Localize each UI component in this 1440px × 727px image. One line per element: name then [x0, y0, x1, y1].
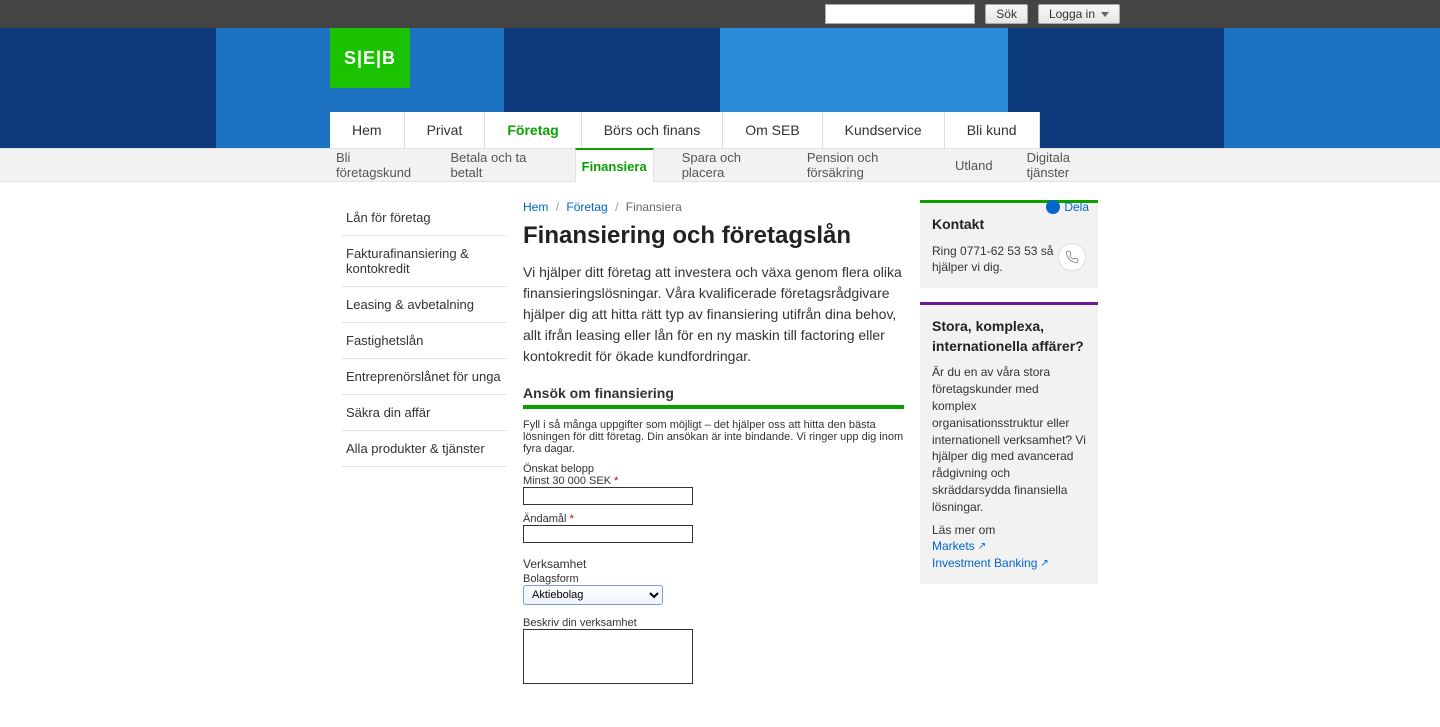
subnav-item-pension-och-försäkring[interactable]: Pension och försäkring: [801, 142, 927, 188]
chevron-down-icon: [1101, 12, 1109, 17]
subnav-item-finansiera[interactable]: Finansiera: [575, 148, 654, 182]
external-link-icon: ↗: [1040, 557, 1048, 571]
top-utility-bar: Sök Logga in: [0, 0, 1440, 28]
read-more-label: Läs mer om: [932, 522, 1086, 539]
side-menu-item[interactable]: Fastighetslån: [342, 323, 507, 359]
search-button[interactable]: Sök: [985, 4, 1028, 24]
subnav-item-bli-företagskund[interactable]: Bli företagskund: [330, 142, 423, 188]
company-form-label: Bolagsform: [523, 573, 904, 585]
external-link-icon: ↗: [978, 540, 986, 554]
complex-box: Stora, komplexa, internationella affärer…: [920, 302, 1098, 584]
sub-nav: Bli företagskundBetala och ta betaltFina…: [0, 148, 1440, 182]
main-content: Hem / Företag / Finansiera Dela Finansie…: [517, 200, 910, 687]
hero-banner: S|E|B HemPrivatFöretagBörs och finansOm …: [0, 28, 1440, 148]
subnav-item-utland[interactable]: Utland: [949, 150, 999, 181]
seb-logo[interactable]: S|E|B: [330, 28, 410, 88]
login-label: Logga in: [1049, 7, 1095, 21]
right-sidebar: Kontakt Ring 0771-62 53 53 så hjälper vi…: [910, 200, 1098, 687]
side-menu-item[interactable]: Leasing & avbetalning: [342, 287, 507, 323]
search-input[interactable]: [825, 4, 975, 24]
side-menu-item[interactable]: Säkra din affär: [342, 395, 507, 431]
purpose-label: Ändamål *: [523, 513, 904, 525]
breadcrumb-current: Finansiera: [626, 200, 682, 214]
primary-tab-hem[interactable]: Hem: [330, 112, 405, 148]
left-sidebar: Lån för företagFakturafinansiering & kon…: [342, 200, 517, 687]
business-heading: Verksamhet: [523, 557, 904, 571]
primary-tab-börs-och-finans[interactable]: Börs och finans: [582, 112, 724, 148]
amount-label: Önskat belopp: [523, 463, 904, 475]
intro-text: Vi hjälper ditt företag att investera oc…: [523, 262, 904, 367]
page-title: Finansiering och företagslån: [523, 222, 904, 250]
side-menu-item[interactable]: Lån för företag: [342, 200, 507, 236]
breadcrumb-link[interactable]: Företag: [566, 200, 607, 214]
purpose-input[interactable]: [523, 525, 693, 543]
phone-icon: [1058, 243, 1086, 271]
side-menu-item[interactable]: Fakturafinansiering & kontokredit: [342, 236, 507, 287]
side-menu-item[interactable]: Entreprenörslånet för unga: [342, 359, 507, 395]
apply-note: Fyll i så många uppgifter som möjligt – …: [523, 419, 904, 455]
subnav-item-spara-och-placera[interactable]: Spara och placera: [676, 142, 779, 188]
side-menu-item[interactable]: Alla produkter & tjänster: [342, 431, 507, 467]
breadcrumb-link[interactable]: Hem: [523, 200, 548, 214]
subnav-item-digitala-tjänster[interactable]: Digitala tjänster: [1021, 142, 1110, 188]
primary-tab-bli-kund[interactable]: Bli kund: [945, 112, 1040, 148]
apply-heading: Ansök om finansiering: [523, 385, 904, 401]
complex-title: Stora, komplexa, internationella affärer…: [932, 317, 1086, 356]
primary-tab-företag[interactable]: Företag: [485, 112, 581, 148]
green-divider: [523, 405, 904, 409]
primary-tab-om-seb[interactable]: Om SEB: [723, 112, 822, 148]
primary-tab-kundservice[interactable]: Kundservice: [823, 112, 945, 148]
primary-tab-privat[interactable]: Privat: [405, 112, 486, 148]
describe-label: Beskriv din verksamhet: [523, 617, 904, 629]
company-form-select[interactable]: Aktiebolag: [523, 585, 663, 605]
subnav-item-betala-och-ta-betalt[interactable]: Betala och ta betalt: [445, 142, 553, 188]
amount-sublabel: Minst 30 000 SEK *: [523, 475, 904, 487]
breadcrumb: Hem / Företag / Finansiera: [523, 200, 682, 214]
side-menu: Lån för företagFakturafinansiering & kon…: [342, 200, 507, 467]
primary-nav: HemPrivatFöretagBörs och finansOm SEBKun…: [330, 112, 1040, 148]
describe-textarea[interactable]: [523, 629, 693, 684]
complex-text: Är du en av våra stora företagskunder me…: [932, 364, 1086, 515]
share-link[interactable]: Dela: [1046, 200, 1089, 214]
contact-title: Kontakt: [932, 215, 1086, 235]
markets-link[interactable]: Markets ↗: [932, 538, 986, 555]
share-icon: [1046, 200, 1060, 214]
login-button[interactable]: Logga in: [1038, 4, 1120, 24]
investment-banking-link[interactable]: Investment Banking ↗: [932, 555, 1049, 572]
amount-input[interactable]: [523, 487, 693, 505]
